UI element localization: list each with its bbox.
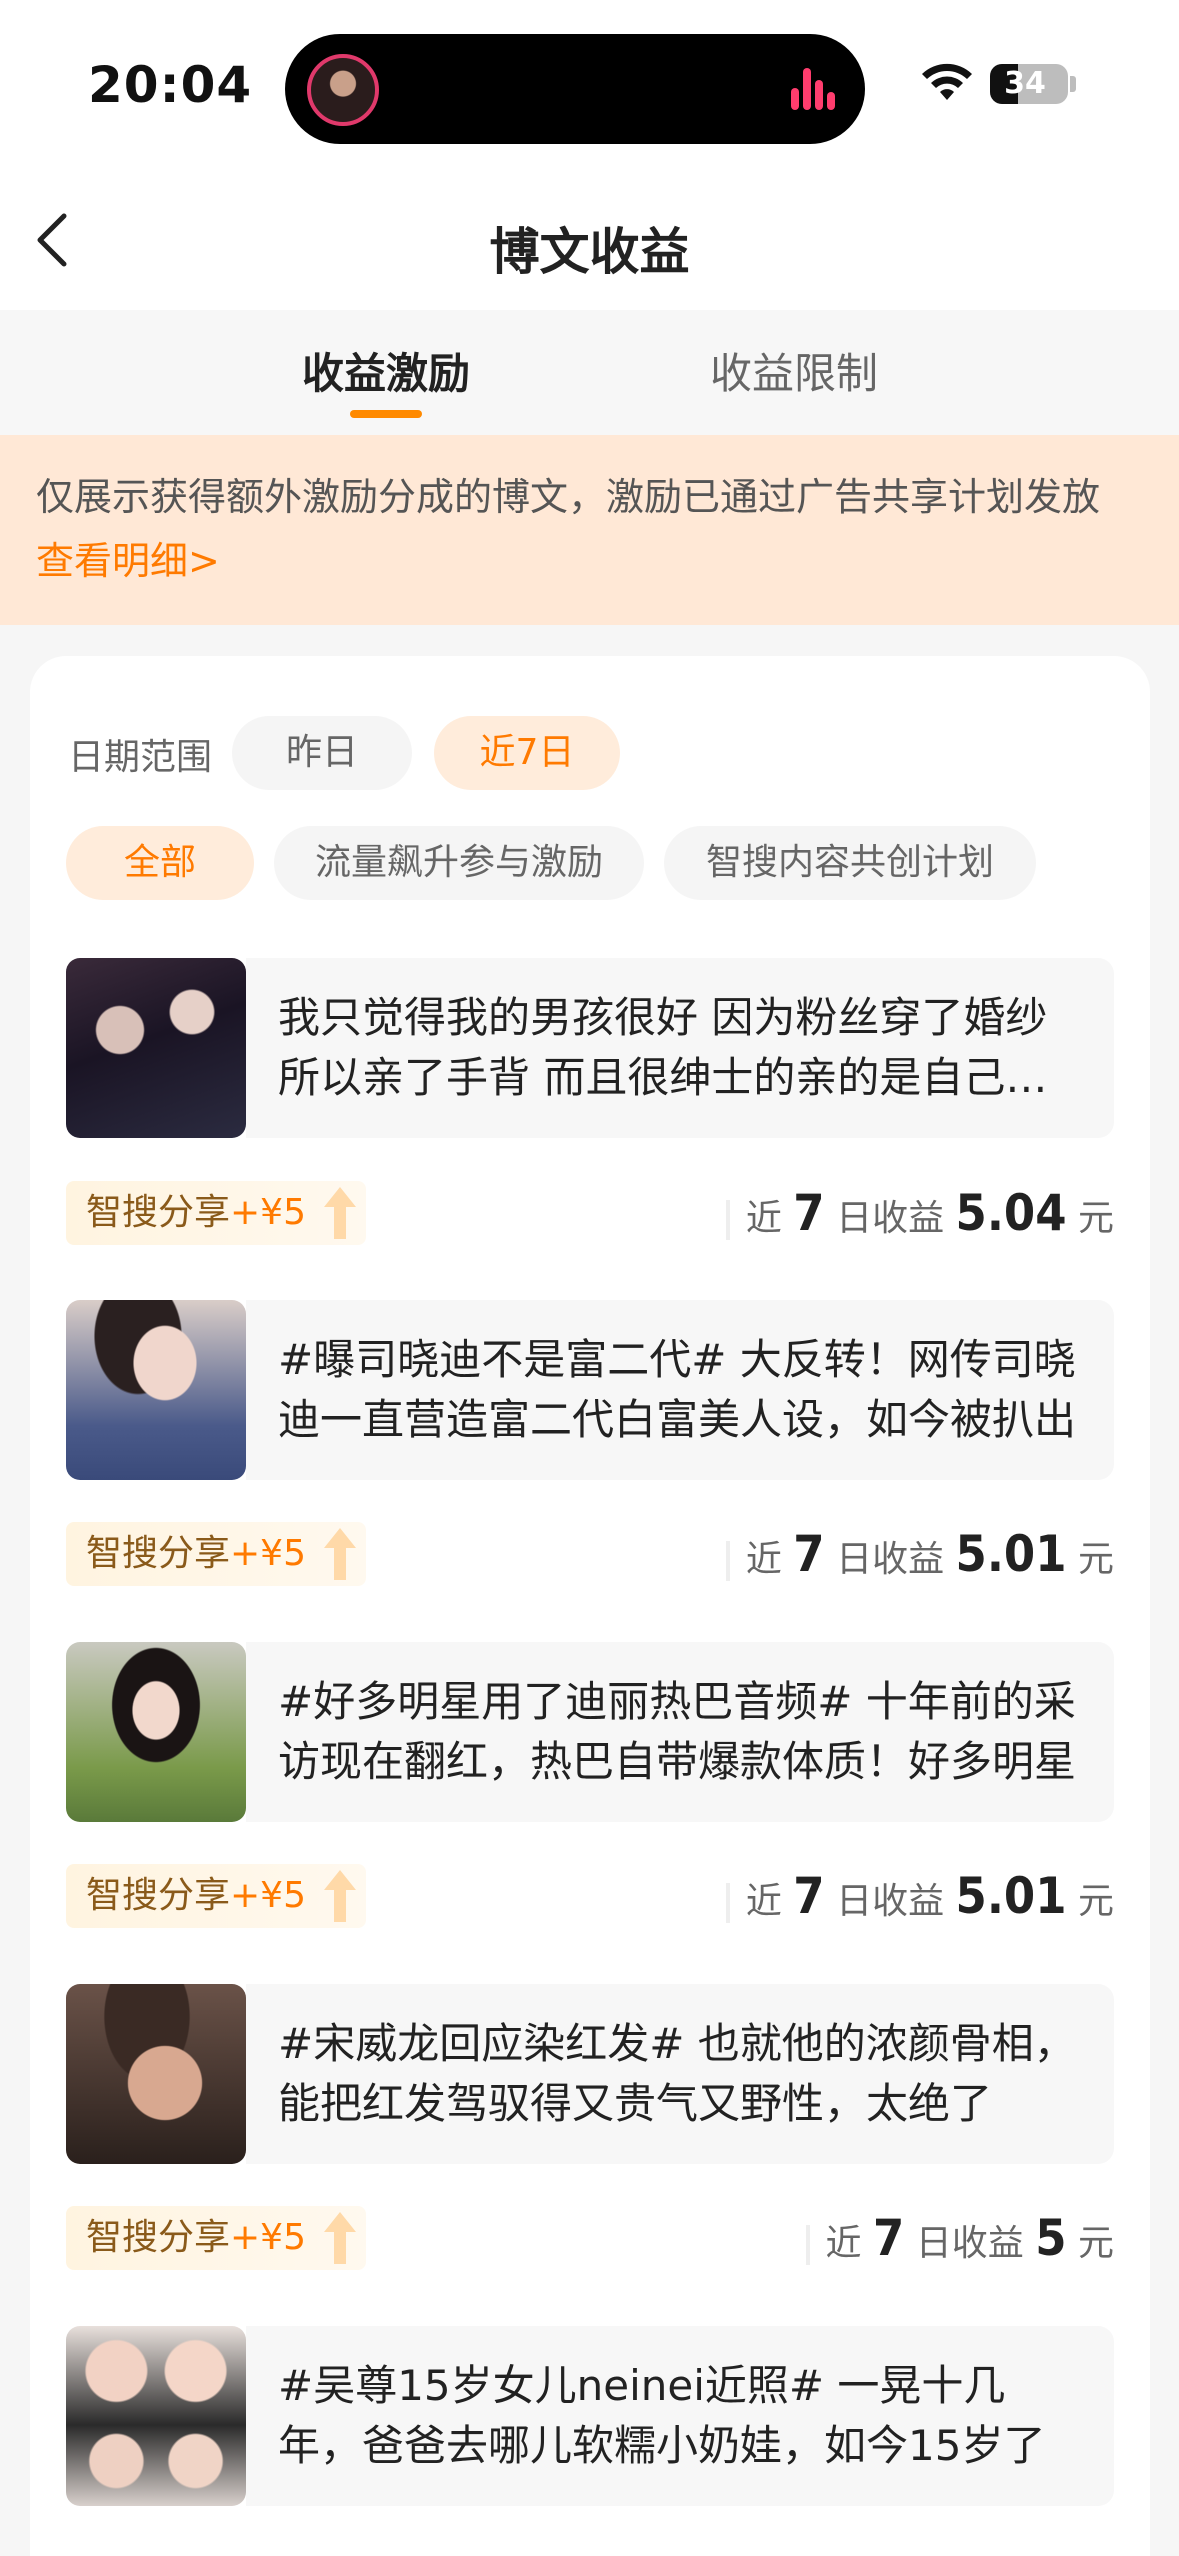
wifi-icon bbox=[922, 63, 972, 100]
earnings-value: 5.01 bbox=[955, 1525, 1067, 1583]
earnings-text: 近 7 日收益 5 元 bbox=[805, 2206, 1114, 2270]
smart-share-badge: 智搜分享+¥5 bbox=[66, 1864, 366, 1928]
earnings-value: 5 bbox=[1035, 2209, 1067, 2267]
post-thumbnail bbox=[66, 2326, 246, 2506]
post-item[interactable]: #吴尊15岁女儿neinei近照# 一晃十几年，爸爸去哪儿软糯小奶娃，如今15岁… bbox=[66, 2326, 1114, 2506]
post-text: 我只觉得我的男孩很好 因为粉丝穿了婚纱所以亲了手背 而且很绅士的亲的是自己的手 bbox=[278, 993, 1048, 1102]
notice-banner: 仅展示获得额外激励分成的博文，激励已通过广告共享计划发放 查看明细> bbox=[0, 435, 1179, 625]
earnings-row: 智搜分享+¥5 近 7 日收益 5.01 元 bbox=[66, 1522, 1114, 1586]
smart-share-badge: 智搜分享+¥5 bbox=[66, 1181, 366, 1245]
earnings-value: 5.04 bbox=[955, 1184, 1067, 1242]
smart-share-badge: 智搜分享+¥5 bbox=[66, 2206, 366, 2270]
category-chip-smart-search[interactable]: 智搜内容共创计划 bbox=[664, 826, 1036, 900]
now-playing-avatar bbox=[307, 54, 379, 126]
earnings-row: 智搜分享+¥5 近 7 日收益 5 元 bbox=[66, 2206, 1114, 2270]
earnings-card: 日期范围 昨日 近7日 全部 流量飙升参与激励 智搜内容共创计划 我只觉得我的男… bbox=[30, 656, 1150, 2556]
earnings-value: 5.01 bbox=[955, 1867, 1067, 1925]
battery-icon: 34 bbox=[990, 64, 1068, 104]
active-tab-indicator bbox=[350, 410, 422, 418]
status-bar: 20:04 34 bbox=[0, 0, 1179, 170]
dynamic-island[interactable] bbox=[285, 34, 865, 144]
date-chip-7days[interactable]: 近7日 bbox=[434, 716, 620, 790]
battery-level: 34 bbox=[1004, 66, 1046, 101]
post-item[interactable]: #宋威龙回应染红发# 也就他的浓颜骨相，能把红发驾驭得又贵气又野性，太绝了 bbox=[66, 1984, 1114, 2164]
post-text: #吴尊15岁女儿neinei近照# 一晃十几年，爸爸去哪儿软糯小奶娃，如今15岁… bbox=[278, 2361, 1046, 2470]
arrow-up-icon bbox=[324, 2212, 356, 2264]
arrow-up-icon bbox=[324, 1528, 356, 1580]
arrow-up-icon bbox=[324, 1187, 356, 1239]
category-chip-traffic-boost[interactable]: 流量飙升参与激励 bbox=[274, 826, 644, 900]
post-item[interactable]: #好多明星用了迪丽热巴音频# 十年前的采访现在翻红，热巴自带爆款体质！好多明星 bbox=[66, 1642, 1114, 1822]
post-thumbnail bbox=[66, 958, 246, 1138]
post-text: #好多明星用了迪丽热巴音频# 十年前的采访现在翻红，热巴自带爆款体质！好多明星 bbox=[278, 1677, 1077, 1786]
post-thumbnail bbox=[66, 1642, 246, 1822]
view-details-link[interactable]: 查看明细> bbox=[36, 529, 1143, 593]
tab-income-incentive[interactable]: 收益激励 bbox=[302, 340, 470, 401]
arrow-up-icon bbox=[324, 1870, 356, 1922]
category-chip-all[interactable]: 全部 bbox=[66, 826, 254, 900]
earnings-text: 近 7 日收益 5.01 元 bbox=[725, 1522, 1114, 1586]
date-chip-yesterday[interactable]: 昨日 bbox=[232, 716, 412, 790]
battery-tip bbox=[1070, 76, 1076, 92]
status-time: 20:04 bbox=[88, 56, 253, 114]
post-item[interactable]: #曝司晓迪不是富二代# 大反转！网传司晓迪一直营造富二代白富美人设，如今被扒出 bbox=[66, 1300, 1114, 1480]
tab-income-limit[interactable]: 收益限制 bbox=[710, 340, 878, 401]
page-title: 博文收益 bbox=[489, 223, 690, 281]
post-thumbnail bbox=[66, 1984, 246, 2164]
earnings-text: 近 7 日收益 5.01 元 bbox=[725, 1864, 1114, 1928]
date-range-label: 日期范围 bbox=[68, 737, 213, 778]
audio-bars-icon bbox=[791, 68, 835, 110]
smart-share-badge: 智搜分享+¥5 bbox=[66, 1522, 366, 1586]
earnings-row: 智搜分享+¥5 近 7 日收益 5.04 元 bbox=[66, 1181, 1114, 1245]
post-item[interactable]: 我只觉得我的男孩很好 因为粉丝穿了婚纱所以亲了手背 而且很绅士的亲的是自己的手 bbox=[66, 958, 1114, 1138]
nav-bar: 博文收益 bbox=[0, 170, 1179, 310]
notice-text: 仅展示获得额外激励分成的博文，激励已通过广告共享计划发放 bbox=[36, 475, 1101, 519]
earnings-text: 近 7 日收益 5.04 元 bbox=[725, 1181, 1114, 1245]
earnings-row: 智搜分享+¥5 近 7 日收益 5.01 元 bbox=[66, 1864, 1114, 1928]
post-thumbnail bbox=[66, 1300, 246, 1480]
post-text: #宋威龙回应染红发# 也就他的浓颜骨相，能把红发驾驭得又贵气又野性，太绝了 bbox=[278, 2019, 1076, 2128]
post-text: #曝司晓迪不是富二代# 大反转！网传司晓迪一直营造富二代白富美人设，如今被扒出 bbox=[278, 1335, 1077, 1444]
tab-bar: 收益激励 收益限制 bbox=[0, 310, 1179, 435]
